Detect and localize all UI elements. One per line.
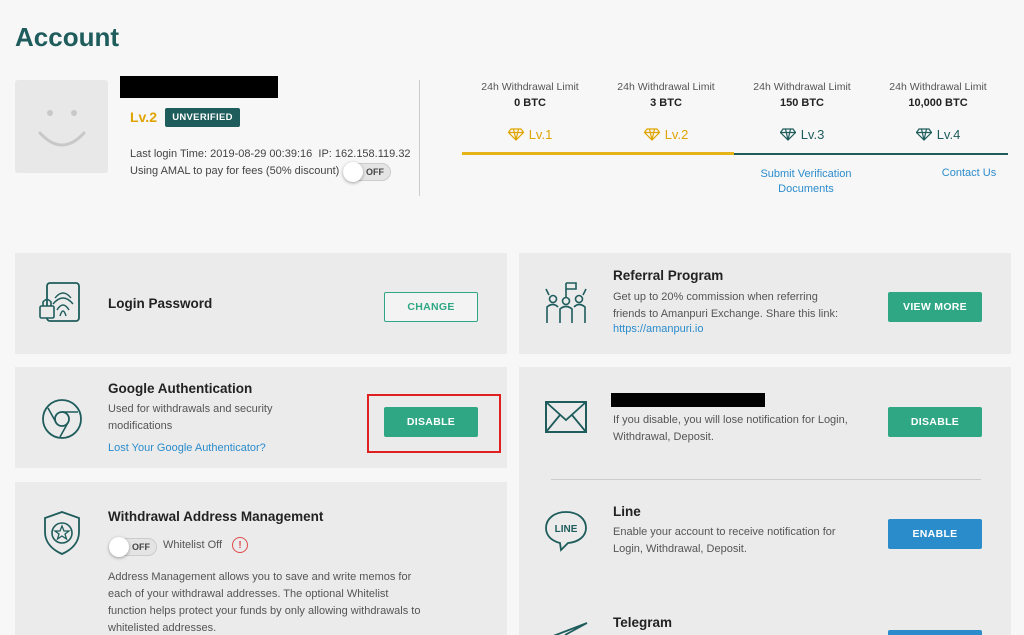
email-notification-description: If you disable, you will lose notificati… [613,414,848,443]
limit-value: 0 BTC [514,97,546,109]
level-tab-4: Lv.4 [870,127,1006,142]
whitelist-info-icon[interactable]: ! [232,537,248,553]
view-more-button[interactable]: VIEW MORE [888,292,982,322]
level-label: Lv.1 [528,127,553,142]
diamond-icon [507,128,524,141]
smile-icon [38,109,85,146]
level-label: Lv.2 [664,127,689,142]
level-tab-2: Lv.2 [598,127,734,142]
redacted-email [611,393,765,407]
last-login-time: 2019-08-29 00:39:16 [210,148,313,160]
whitelist-status: Whitelist Off [163,539,223,551]
diamond-icon [915,128,932,141]
toggle-knob [109,537,129,557]
level-4-column: 24h Withdrawal Limit 10,000 BTC Lv.4 [870,81,1006,142]
level-label: Lv.3 [800,127,825,142]
fingerprint-lock-icon [39,282,80,322]
google-auth-description: Used for withdrawals and security modifi… [108,403,273,432]
last-login-label: Last login Time: [130,148,208,160]
referral-description: Get up to 20% commission when referring … [613,291,839,320]
referral-link[interactable]: https://amanpuri.io [613,323,704,335]
level-progress-completed [462,152,734,155]
line-description: Enable your account to receive notificat… [613,526,836,555]
level-progress-remaining [734,153,1008,155]
toggle-state: OFF [132,542,150,552]
google-authenticator-icon [42,399,82,439]
avatar [15,80,108,173]
line-icon-text: LINE [555,524,578,535]
withdrawal-address-title: Withdrawal Address Management [108,509,324,524]
limit-label: 24h Withdrawal Limit [481,81,579,93]
telegram-title: Telegram [613,615,673,630]
shield-star-icon [44,511,80,555]
divider [551,479,981,480]
enable-line-button[interactable]: ENABLE [888,519,982,549]
disable-email-notification-button[interactable]: DISABLE [888,407,982,437]
email-icon [545,401,587,433]
status-badge: UNVERIFIED [165,108,240,127]
limit-label: 24h Withdrawal Limit [889,81,987,93]
limit-label: 24h Withdrawal Limit [617,81,715,93]
level-3-column: 24h Withdrawal Limit 150 BTC Lv.3 [734,81,870,142]
withdrawal-address-description: Address Management allows you to save an… [108,571,421,634]
change-password-button[interactable]: CHANGE [384,292,478,322]
ip-address: 162.158.119.32 [334,148,411,160]
submit-verification-link[interactable]: Submit Verification Documents [742,167,870,197]
diamond-icon [779,128,796,141]
limit-value: 10,000 BTC [908,97,968,109]
team-flag-icon [545,282,587,323]
last-login-info: Last login Time: 2019-08-29 00:39:16 IP:… [130,148,411,160]
user-level: Lv.2 [130,109,157,125]
toggle-knob [343,162,363,182]
referral-title: Referral Program [613,268,724,283]
login-password-card: Login Password CHANGE [15,253,507,354]
lost-authenticator-link[interactable]: Lost Your Google Authenticator? [108,442,266,454]
level-1-column: 24h Withdrawal Limit 0 BTC Lv.1 [462,81,598,142]
contact-us-link[interactable]: Contact Us [930,167,1008,179]
notifications-card: If you disable, you will lose notificati… [519,367,1011,635]
redacted-username [120,76,278,98]
level-label: Lv.4 [936,127,961,142]
limit-value: 150 BTC [779,97,825,109]
level-tab-3: Lv.3 [734,127,870,142]
limit-value: 3 BTC [650,97,682,109]
limit-label: 24h Withdrawal Limit [753,81,851,93]
line-icon: LINE [545,511,587,552]
divider [419,80,420,196]
login-password-title: Login Password [108,296,213,311]
level-2-column: 24h Withdrawal Limit 3 BTC Lv.2 [598,81,734,142]
page-title: Account [15,22,119,52]
highlight-box [367,394,501,453]
level-tab-1: Lv.1 [462,127,598,142]
google-auth-title: Google Authentication [108,381,253,396]
referral-program-card: Referral Program Get up to 20% commissio… [519,253,1011,354]
amal-fee-text: Using AMAL to pay for fees (50% discount… [130,165,340,177]
amal-fee-toggle[interactable]: OFF [343,162,391,182]
telegram-icon [553,622,588,635]
telegram-button[interactable] [888,630,982,635]
ip-label: IP: [318,148,332,160]
withdrawal-address-card: Withdrawal Address Management OFF Whitel… [15,482,507,635]
whitelist-toggle[interactable]: OFF [109,537,157,557]
diamond-icon [643,128,660,141]
line-title: Line [613,504,641,519]
toggle-state: OFF [366,167,384,177]
